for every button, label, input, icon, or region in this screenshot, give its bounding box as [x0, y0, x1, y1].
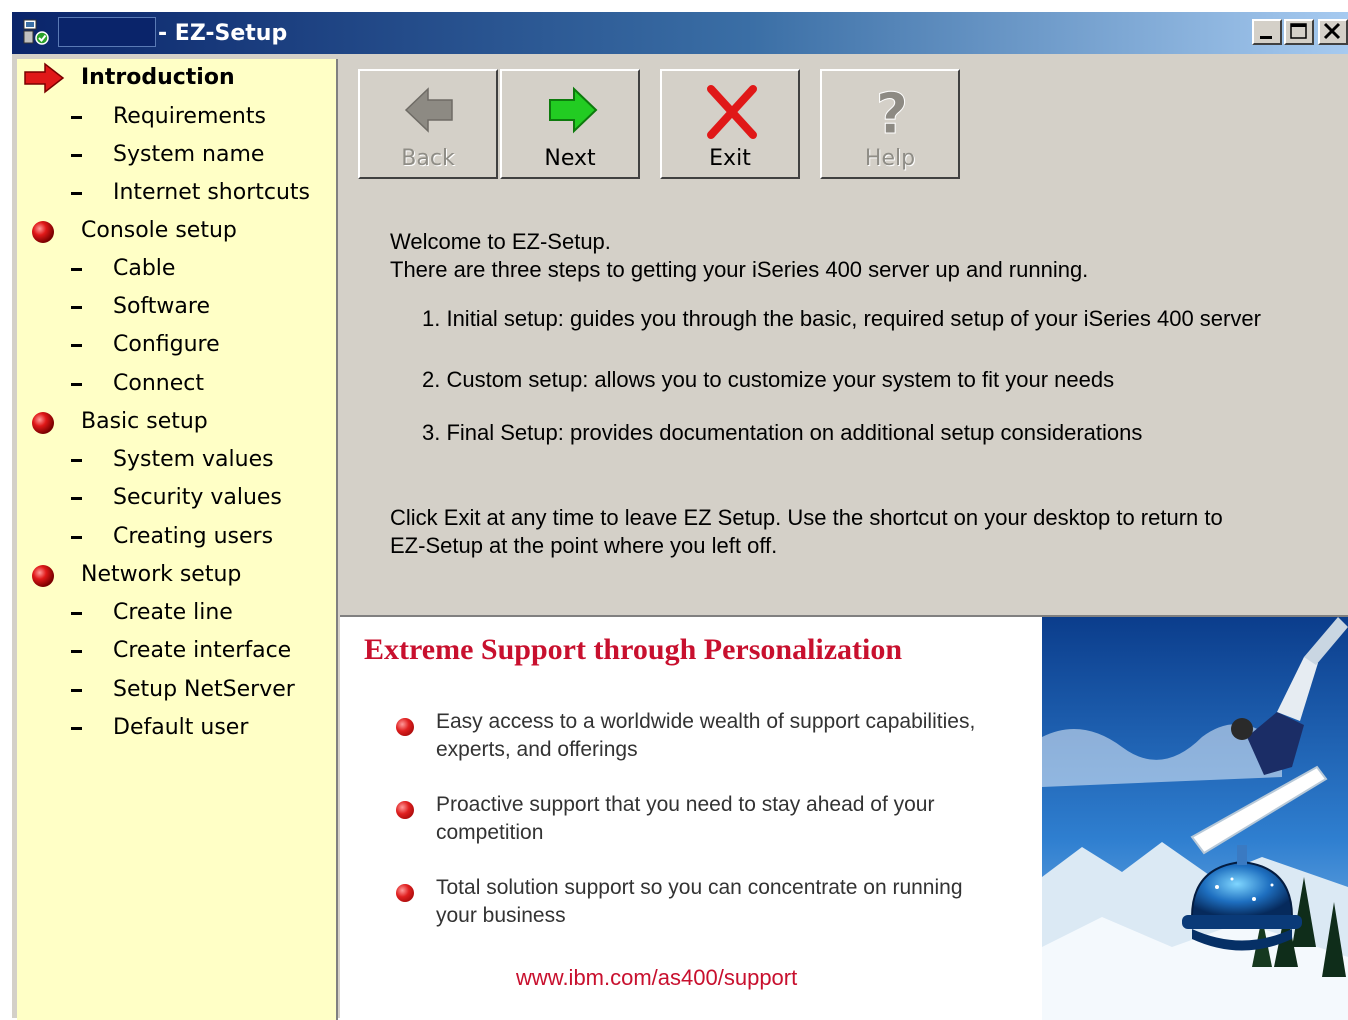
intro-text: There are three steps to getting your iS…	[390, 257, 1089, 282]
main-content-panel: Back Next Exit ? Help Welcome to EZ-Setu…	[340, 59, 1348, 613]
dash-bullet-icon	[71, 650, 82, 653]
app-icon	[23, 19, 49, 45]
sidebar-item-basic-setup[interactable]: Basic setup	[17, 404, 336, 440]
red-ball-icon	[32, 221, 54, 243]
banner-bullet-2: Proactive support that you need to stay …	[436, 793, 935, 844]
sidebar-item-system-name[interactable]: System name	[17, 137, 336, 173]
support-banner: Extreme Support through Personalization …	[340, 615, 1348, 1020]
sidebar-item-introduction[interactable]: Introduction	[17, 60, 336, 96]
sidebar-item-label: System values	[113, 447, 274, 472]
sidebar-item-connect[interactable]: Connect	[17, 366, 336, 402]
sidebar-item-create-line[interactable]: Create line	[17, 595, 336, 631]
sidebar-item-label: System name	[113, 142, 265, 167]
exit-label: Exit	[709, 146, 751, 171]
maximize-button[interactable]	[1284, 19, 1314, 45]
sidebar-item-software[interactable]: Software	[17, 289, 336, 325]
sidebar-item-requirements[interactable]: Requirements	[17, 99, 336, 135]
red-ball-icon	[32, 565, 54, 587]
back-arrow-icon	[404, 87, 453, 133]
next-label: Next	[544, 146, 596, 171]
sidebar-item-network-setup[interactable]: Network setup	[17, 557, 336, 593]
sidebar-item-label: Cable	[113, 256, 176, 281]
sidebar-item-label: Create interface	[113, 638, 292, 663]
step-1-text: 1. Initial setup: guides you through the…	[422, 306, 1261, 331]
dash-bullet-icon	[71, 536, 82, 539]
help-question-icon: ?	[875, 85, 908, 141]
exit-x-icon	[707, 85, 757, 139]
sidebar-item-create-interface[interactable]: Create interface	[17, 633, 336, 669]
banner-bullet-1: Easy access to a worldwide wealth of sup…	[436, 710, 976, 761]
title-bar[interactable]: - EZ-Setup	[12, 12, 1348, 54]
window-title: - EZ-Setup	[158, 21, 288, 46]
dash-bullet-icon	[71, 612, 82, 615]
sidebar-item-label: Connect	[113, 371, 204, 396]
current-step-arrow-icon	[24, 62, 65, 94]
banner-title: Extreme Support through Personalization	[364, 633, 903, 666]
dash-bullet-icon	[71, 344, 82, 347]
support-link[interactable]: www.ibm.com/as400/support	[516, 965, 797, 991]
dash-bullet-icon	[71, 268, 82, 271]
dash-bullet-icon	[71, 689, 82, 692]
exit-note-line-1: Click Exit at any time to leave EZ Setup…	[390, 505, 1223, 530]
red-ball-icon	[32, 412, 54, 434]
red-bullet-icon	[396, 801, 414, 819]
close-button[interactable]	[1318, 19, 1348, 45]
sidebar-item-label: Requirements	[113, 104, 266, 129]
back-button[interactable]: Back	[358, 69, 498, 179]
sidebar-item-configure[interactable]: Configure	[17, 327, 336, 363]
help-button[interactable]: ? Help	[820, 69, 960, 179]
minimize-button[interactable]	[1252, 19, 1282, 45]
snowboarder-photo	[1042, 617, 1348, 1020]
setup-steps-sidebar: Introduction Requirements System name In…	[17, 59, 338, 1020]
maximize-icon	[1290, 23, 1307, 39]
next-arrow-icon	[549, 86, 598, 134]
sidebar-item-label: Internet shortcuts	[113, 180, 311, 205]
sidebar-item-label: Introduction	[81, 65, 235, 90]
sidebar-item-label: Console setup	[81, 218, 237, 243]
sidebar-item-label: Configure	[113, 332, 220, 357]
sidebar-item-security-values[interactable]: Security values	[17, 480, 336, 516]
next-button[interactable]: Next	[500, 69, 640, 179]
close-icon	[1323, 22, 1341, 40]
sidebar-item-label: Software	[113, 294, 210, 319]
exit-button[interactable]: Exit	[660, 69, 800, 179]
sidebar-item-console-setup[interactable]: Console setup	[17, 213, 336, 249]
svg-text:?: ?	[876, 85, 908, 141]
dash-bullet-icon	[71, 192, 82, 195]
help-label: Help	[864, 146, 916, 171]
dash-bullet-icon	[71, 459, 82, 462]
dash-bullet-icon	[71, 497, 82, 500]
sidebar-item-label: Security values	[113, 485, 282, 510]
banner-bullet-3: Total solution support so you can concen…	[436, 876, 963, 927]
sidebar-item-creating-users[interactable]: Creating users	[17, 519, 336, 555]
title-redacted-field	[58, 17, 156, 47]
sidebar-item-default-user[interactable]: Default user	[17, 710, 336, 746]
dash-bullet-icon	[71, 306, 82, 309]
sidebar-item-label: Default user	[113, 715, 249, 740]
sidebar-item-cable[interactable]: Cable	[17, 251, 336, 287]
dash-bullet-icon	[71, 154, 82, 157]
exit-note-line-2: EZ-Setup at the point where you left off…	[390, 533, 778, 558]
back-label: Back	[401, 146, 455, 171]
dash-bullet-icon	[71, 383, 82, 386]
app-window: - EZ-Setup Introduction Requirements Sys…	[10, 10, 1348, 1020]
sidebar-item-label: Create line	[113, 600, 233, 625]
sidebar-item-label: Basic setup	[81, 409, 208, 434]
dash-bullet-icon	[71, 116, 82, 119]
sidebar-item-label: Setup NetServer	[113, 677, 295, 702]
red-bullet-icon	[396, 718, 414, 736]
sidebar-item-system-values[interactable]: System values	[17, 442, 336, 478]
dash-bullet-icon	[71, 727, 82, 730]
sidebar-item-setup-netserver[interactable]: Setup NetServer	[17, 672, 336, 708]
minimize-icon	[1260, 36, 1272, 39]
welcome-text: Welcome to EZ-Setup.	[390, 229, 611, 254]
sidebar-item-label: Network setup	[81, 562, 242, 587]
step-3-text: 3. Final Setup: provides documentation o…	[422, 420, 1143, 445]
red-bullet-icon	[396, 884, 414, 902]
sidebar-item-internet-shortcuts[interactable]: Internet shortcuts	[17, 175, 336, 211]
step-2-text: 2. Custom setup: allows you to customize…	[422, 367, 1115, 392]
sidebar-item-label: Creating users	[113, 524, 274, 549]
